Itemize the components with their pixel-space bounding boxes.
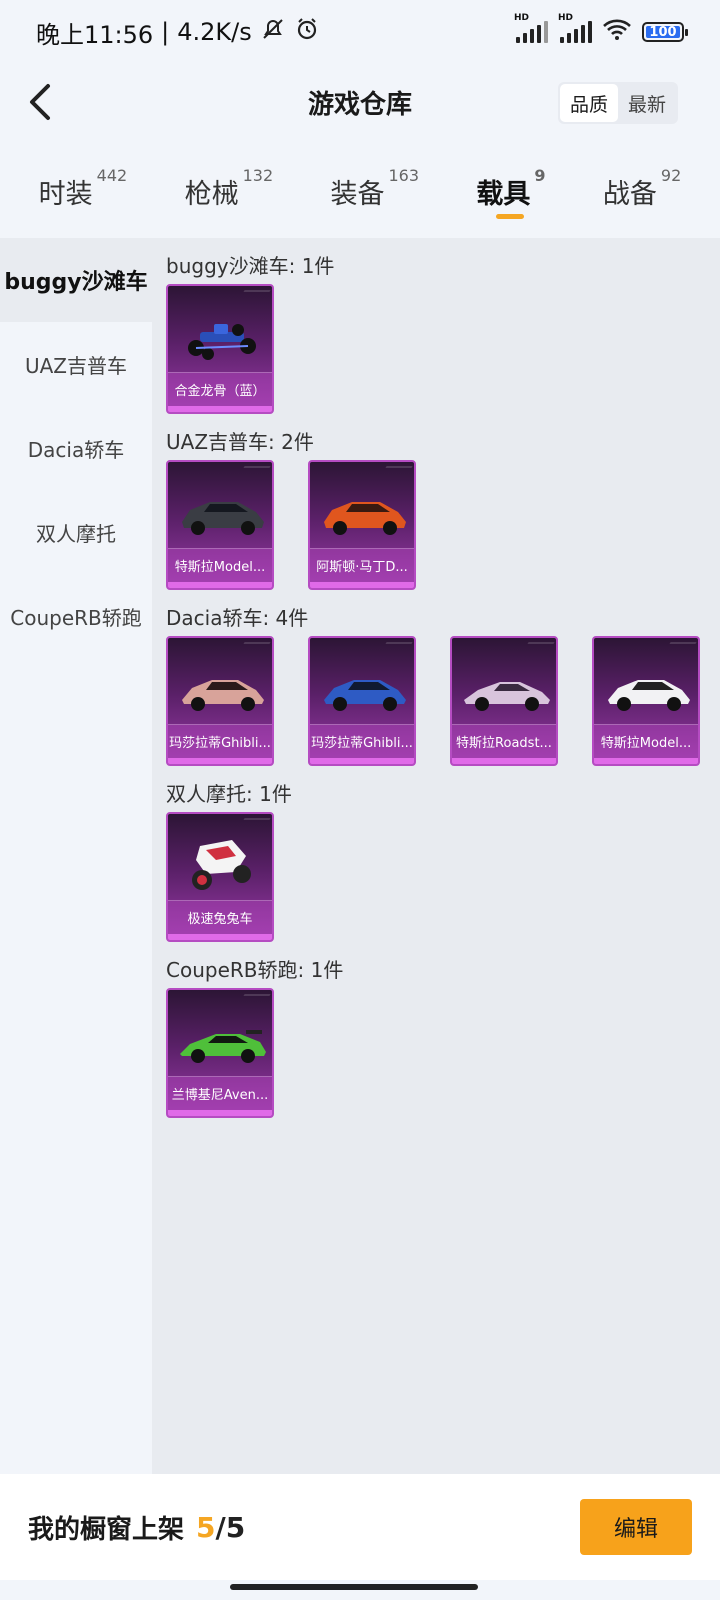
battery-icon: 100 bbox=[642, 22, 688, 42]
vehicle-card[interactable]: 玛莎拉蒂Ghibli... bbox=[308, 636, 416, 766]
header: 游戏仓库 品质 最新 bbox=[0, 64, 720, 140]
item-grid: 玛莎拉蒂Ghibli... 玛莎拉蒂Ghibli... 特斯拉Roadst... bbox=[166, 636, 720, 766]
sidebar-item-dacia[interactable]: Dacia轿车 bbox=[0, 406, 152, 490]
item-grid: 极速兔兔车 bbox=[166, 812, 720, 942]
buggy-image bbox=[188, 324, 256, 360]
tab-count: 163 bbox=[388, 166, 420, 185]
sort-option-quality[interactable]: 品质 bbox=[559, 84, 618, 122]
vehicle-card[interactable]: 阿斯顿·马丁D... bbox=[308, 460, 416, 590]
motorcycle-image bbox=[192, 840, 251, 890]
sort-toggle: 品质 最新 bbox=[557, 82, 678, 124]
tab-vehicles[interactable]: 载具9 bbox=[476, 150, 546, 219]
tab-fashion[interactable]: 时装442 bbox=[39, 150, 128, 211]
vehicle-list: buggy沙滩车: 1件 合金龙骨（蓝） UAZ吉普车: 2件 特斯拉Model… bbox=[152, 238, 720, 1474]
vehicle-card[interactable]: 玛莎拉蒂Ghibli... bbox=[166, 636, 274, 766]
alarm-icon bbox=[294, 16, 320, 48]
vehicle-card[interactable]: 极速兔兔车 bbox=[166, 812, 274, 942]
tab-count: 92 bbox=[660, 166, 682, 185]
vehicle-name: 玛莎拉蒂Ghibli... bbox=[310, 724, 414, 758]
car-image bbox=[182, 680, 264, 711]
sidebar-item-coupe[interactable]: CoupeRB轿跑 bbox=[0, 574, 152, 658]
mute-icon bbox=[260, 16, 286, 48]
vehicle-name: 玛莎拉蒂Ghibli... bbox=[168, 724, 272, 758]
category-tabs: 时装442 枪械132 装备163 载具9 战备92 bbox=[0, 150, 720, 232]
sidebar-item-motorcycle[interactable]: 双人摩托 bbox=[0, 490, 152, 574]
vehicle-name: 阿斯顿·马丁D... bbox=[310, 548, 414, 582]
home-indicator[interactable] bbox=[230, 1584, 478, 1590]
tab-equipment[interactable]: 装备163 bbox=[330, 150, 419, 211]
sort-option-newest[interactable]: 最新 bbox=[618, 84, 676, 122]
tab-guns[interactable]: 枪械132 bbox=[185, 150, 274, 211]
item-grid: 兰博基尼Aven... bbox=[166, 988, 720, 1118]
vehicle-card[interactable]: 特斯拉Model... bbox=[592, 636, 700, 766]
item-grid: 合金龙骨（蓝） bbox=[166, 284, 720, 414]
status-bar: 晚上11:56 | 4.2K/s HD HD 100 bbox=[0, 0, 720, 64]
showcase-label: 我的橱窗上架 bbox=[28, 1514, 185, 1545]
vehicle-name: 兰博基尼Aven... bbox=[168, 1076, 272, 1110]
car-image bbox=[324, 502, 406, 535]
status-divider: | bbox=[161, 18, 170, 46]
vehicle-name: 特斯拉Model... bbox=[168, 548, 272, 582]
tab-count: 442 bbox=[96, 166, 128, 185]
vehicle-card[interactable]: 特斯拉Model... bbox=[166, 460, 274, 590]
status-time: 晚上11:56 bbox=[36, 20, 154, 49]
showcase-bar: 我的橱窗上架 5/5 编辑 bbox=[0, 1474, 720, 1580]
car-image bbox=[464, 682, 550, 711]
item-grid: 特斯拉Model... 阿斯顿·马丁D... bbox=[166, 460, 720, 590]
edit-button[interactable]: 编辑 bbox=[580, 1499, 692, 1555]
car-image bbox=[608, 680, 690, 711]
group-title: Dacia轿车: 4件 bbox=[166, 606, 309, 630]
vehicle-name: 特斯拉Model... bbox=[594, 724, 698, 758]
wifi-icon bbox=[602, 17, 632, 47]
group-title: UAZ吉普车: 2件 bbox=[166, 430, 314, 454]
group-title: 双人摩托: 1件 bbox=[166, 782, 292, 806]
showcase-count: 5/5 bbox=[196, 1510, 246, 1544]
vehicle-card[interactable]: 兰博基尼Aven... bbox=[166, 988, 274, 1118]
car-image bbox=[180, 1030, 266, 1063]
vehicle-name: 极速兔兔车 bbox=[168, 900, 272, 934]
tab-count: 9 bbox=[534, 166, 546, 185]
vehicle-card[interactable]: 特斯拉Roadst... bbox=[450, 636, 558, 766]
net-speed: 4.2K/s bbox=[177, 18, 252, 46]
car-image bbox=[182, 502, 264, 535]
sidebar-item-uaz[interactable]: UAZ吉普车 bbox=[0, 322, 152, 406]
sidebar-item-buggy[interactable]: buggy沙滩车 bbox=[0, 238, 152, 322]
cell-signal-1-icon: HD bbox=[514, 13, 548, 43]
vehicle-card[interactable]: 合金龙骨（蓝） bbox=[166, 284, 274, 414]
vehicle-name: 特斯拉Roadst... bbox=[452, 724, 556, 758]
chevron-left-icon bbox=[30, 84, 50, 120]
group-title: CoupeRB轿跑: 1件 bbox=[166, 958, 344, 982]
tab-count: 132 bbox=[242, 166, 274, 185]
group-title: buggy沙滩车: 1件 bbox=[166, 254, 335, 278]
page-title: 游戏仓库 bbox=[307, 89, 412, 120]
vehicle-type-sidebar: buggy沙滩车 UAZ吉普车 Dacia轿车 双人摩托 CoupeRB轿跑 bbox=[0, 238, 152, 1474]
vehicle-name: 合金龙骨（蓝） bbox=[168, 372, 272, 406]
back-button[interactable] bbox=[20, 82, 60, 122]
cell-signal-2-icon: HD bbox=[558, 13, 592, 43]
car-image bbox=[324, 680, 406, 711]
tab-supplies[interactable]: 战备92 bbox=[603, 150, 681, 211]
